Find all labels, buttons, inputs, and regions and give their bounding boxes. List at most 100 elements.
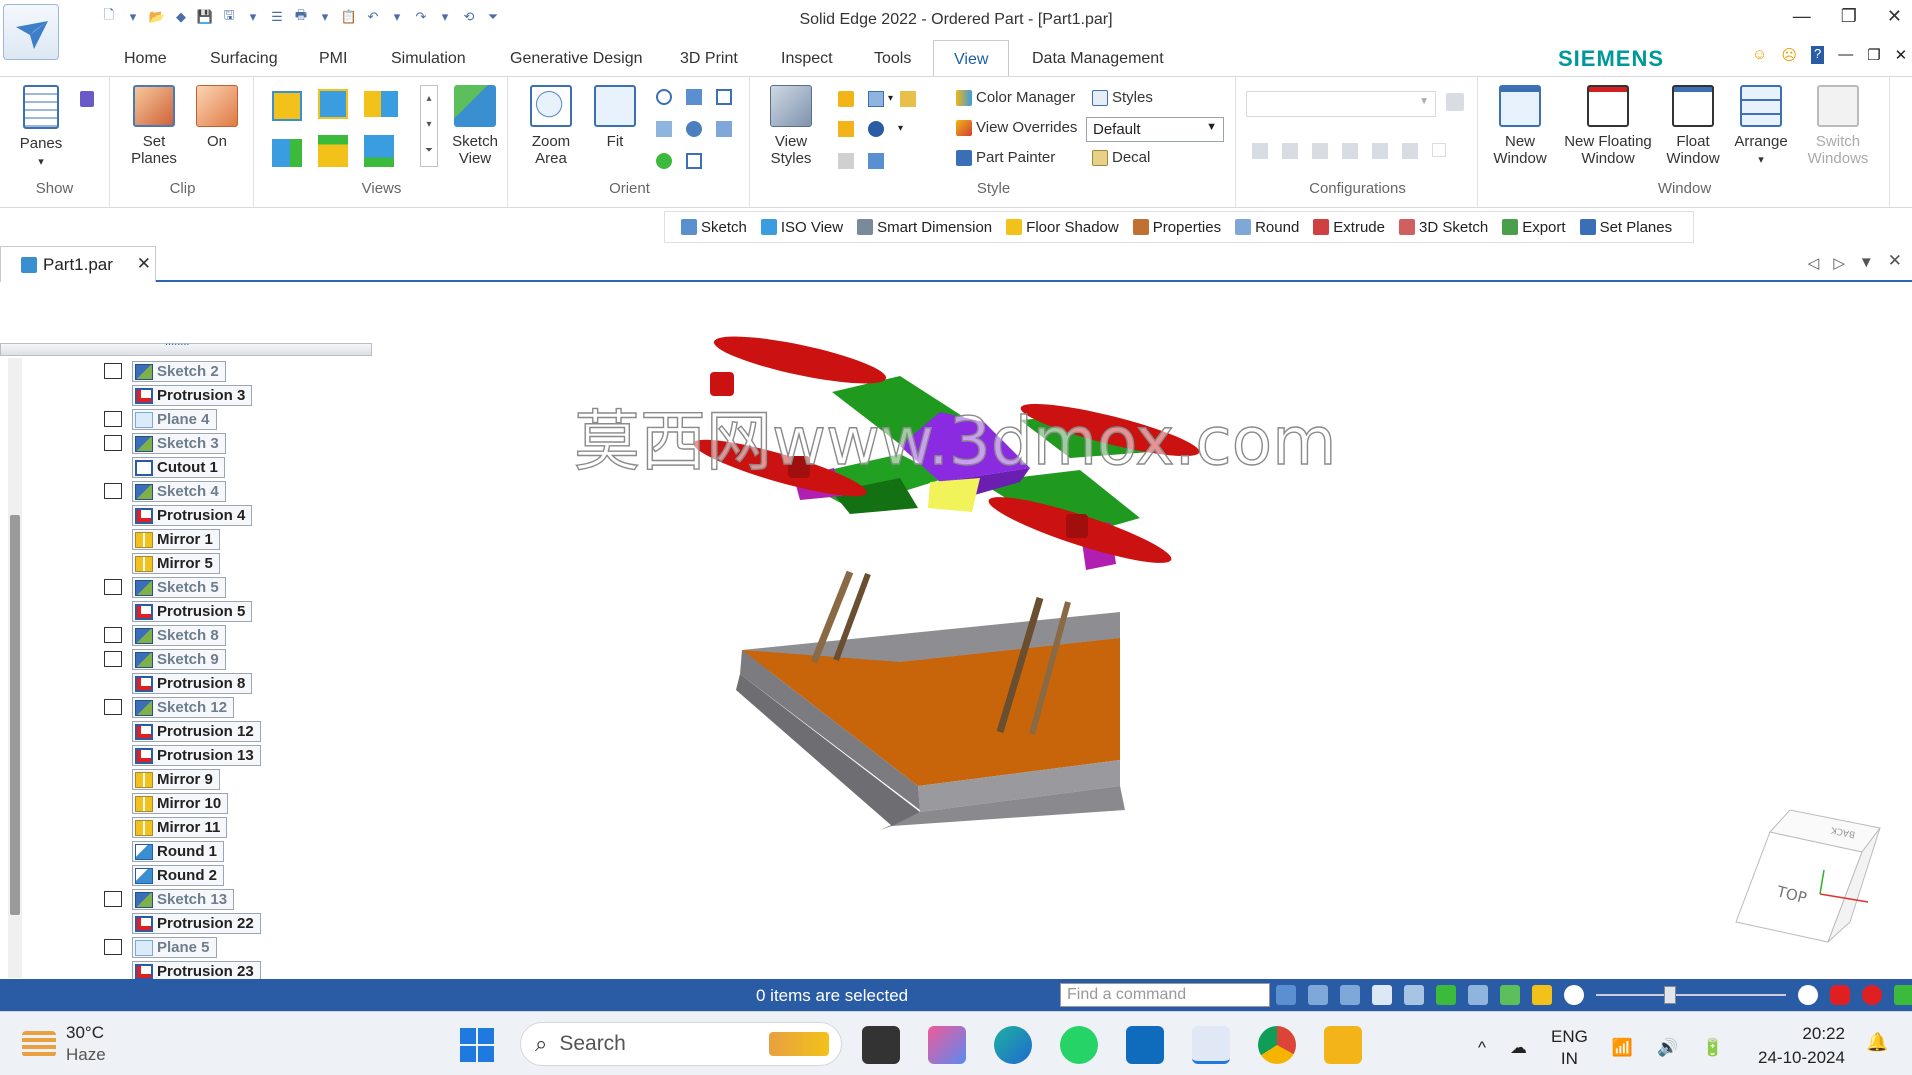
- chevron-right-icon[interactable]: ▷: [1833, 254, 1845, 272]
- tree-checkbox[interactable]: [104, 699, 122, 715]
- tree-node-protrusion[interactable]: Protrusion 22: [132, 913, 261, 934]
- tab-generative-design[interactable]: Generative Design: [510, 50, 643, 68]
- chrome-icon[interactable]: [1258, 1026, 1296, 1064]
- tree-node-protrusion[interactable]: Protrusion 4: [132, 505, 253, 526]
- close-icon[interactable]: ✕: [137, 254, 151, 274]
- view-right-icon[interactable]: [364, 91, 398, 117]
- panes-small-icon[interactable]: [80, 91, 94, 107]
- clip-on-button[interactable]: On: [192, 85, 242, 150]
- tree-node-sketch[interactable]: Sketch 12: [132, 697, 235, 718]
- tree-node-sketch[interactable]: Sketch 4: [132, 481, 226, 502]
- view-cube[interactable]: TOP BACK: [1735, 809, 1881, 943]
- silhouette-icon[interactable]: [838, 153, 854, 169]
- styles-button[interactable]: Styles: [1092, 89, 1153, 106]
- config-icon-7[interactable]: [1432, 143, 1446, 157]
- smiley-icon[interactable]: ☺: [1752, 46, 1767, 64]
- config-icon-1[interactable]: [1252, 143, 1268, 159]
- sketch-view-icon[interactable]: [1500, 985, 1520, 1005]
- zoom-area-icon[interactable]: [1308, 985, 1328, 1005]
- sketch-view-button[interactable]: Sketch View: [446, 85, 504, 167]
- close-icon[interactable]: ✕: [1888, 251, 1902, 272]
- cmd-export[interactable]: Export: [1502, 219, 1566, 236]
- new-floating-window-button[interactable]: New Floating Window: [1558, 85, 1658, 167]
- cmd-smart-dimension[interactable]: Smart Dimension: [857, 219, 992, 236]
- views-gallery-scroll[interactable]: ▴ ▾ ⏷: [420, 85, 438, 167]
- tree-node-sketch[interactable]: Sketch 2: [132, 361, 226, 382]
- new-window-button[interactable]: New Window: [1486, 85, 1554, 167]
- panes-button[interactable]: Panes ▾: [14, 85, 68, 171]
- spin-icon[interactable]: [686, 121, 702, 137]
- battery-icon[interactable]: 🔋: [1702, 1038, 1723, 1058]
- dropdown-arrow-icon[interactable]: ▾: [898, 123, 903, 134]
- tree-node-protrusion[interactable]: Protrusion 13: [132, 745, 261, 766]
- minimize-icon[interactable]: —: [1793, 6, 1811, 27]
- tab-tools[interactable]: Tools: [874, 50, 911, 68]
- view-front-icon[interactable]: [272, 91, 302, 121]
- tree-node-sketch[interactable]: Sketch 13: [132, 889, 235, 910]
- language-indicator[interactable]: ENG IN: [1551, 1026, 1588, 1070]
- file-explorer-icon[interactable]: [1324, 1026, 1362, 1064]
- view-overrides-button[interactable]: View Overrides: [956, 119, 1077, 136]
- fit-button[interactable]: Fit: [590, 85, 640, 150]
- tree-node-protrusion[interactable]: Protrusion 3: [132, 385, 253, 406]
- tree-checkbox[interactable]: [104, 435, 122, 451]
- zoom-slider[interactable]: [1596, 986, 1786, 1004]
- tree-node-cutout[interactable]: Cutout 1: [132, 457, 225, 478]
- view-iso-icon[interactable]: [364, 135, 394, 167]
- look-at-icon[interactable]: [716, 121, 732, 137]
- record-icon[interactable]: [1862, 985, 1882, 1005]
- shaded-icon[interactable]: [838, 91, 854, 107]
- tree-node-mirror[interactable]: Mirror 1: [132, 529, 220, 550]
- view-top-icon[interactable]: [318, 89, 348, 119]
- chevron-down-icon[interactable]: ▼: [1859, 254, 1874, 272]
- reflection-icon[interactable]: [868, 121, 884, 137]
- sketch-orient-icon[interactable]: [656, 153, 672, 169]
- edges-icon[interactable]: [868, 153, 884, 169]
- pathfinder-grip[interactable]: ........: [165, 336, 189, 348]
- find-command-input[interactable]: Find a command: [1060, 983, 1270, 1007]
- pathfinder-header[interactable]: ........: [0, 336, 372, 356]
- solid-edge-taskbar-icon[interactable]: [1192, 1026, 1230, 1064]
- zoom-in-icon[interactable]: [1798, 985, 1818, 1005]
- tree-node-plane[interactable]: Plane 5: [132, 937, 217, 958]
- tree-checkbox[interactable]: [104, 483, 122, 499]
- weather-widget[interactable]: 30°C Haze: [22, 1022, 106, 1066]
- tree-node-sketch[interactable]: Sketch 9: [132, 649, 226, 670]
- tree-node-protrusion[interactable]: Protrusion 12: [132, 721, 261, 742]
- view-left-icon[interactable]: [272, 139, 302, 167]
- cmd-set-planes[interactable]: Set Planes: [1579, 219, 1672, 236]
- config-icon-2[interactable]: [1282, 143, 1298, 159]
- render-icon[interactable]: [900, 91, 916, 107]
- pan-icon[interactable]: [686, 89, 702, 105]
- pan-icon[interactable]: [1404, 985, 1424, 1005]
- cmd-extrude[interactable]: Extrude: [1313, 219, 1385, 236]
- common-views-icon[interactable]: [686, 153, 702, 169]
- view-bottom-icon[interactable]: [318, 135, 348, 167]
- shadow-icon[interactable]: [838, 121, 854, 137]
- tree-node-protrusion[interactable]: Protrusion 5: [132, 601, 253, 622]
- tree-node-round[interactable]: Round 1: [132, 841, 224, 862]
- outlook-icon[interactable]: [1126, 1026, 1164, 1064]
- part-painter-button[interactable]: Part Painter: [956, 149, 1055, 166]
- volume-icon[interactable]: 🔊: [1657, 1038, 1678, 1058]
- taskbar-search[interactable]: ⌕ Search: [520, 1022, 842, 1066]
- color-manager-button[interactable]: Color Manager: [956, 89, 1075, 106]
- chevron-left-icon[interactable]: ◁: [1808, 254, 1820, 272]
- switch-windows-button[interactable]: Switch Windows: [1796, 85, 1880, 167]
- download-icon[interactable]: [1894, 985, 1912, 1005]
- zoom-icon[interactable]: [1340, 985, 1360, 1005]
- tree-node-mirror[interactable]: Mirror 5: [132, 553, 220, 574]
- graphics-viewport[interactable]: 莫西网www.3dmox.com TOP BACK: [380, 282, 1912, 979]
- dropdown-arrow-icon[interactable]: ▾: [888, 93, 893, 104]
- chevron-up-icon[interactable]: ^: [1478, 1038, 1486, 1058]
- frown-icon[interactable]: ☹: [1781, 46, 1797, 64]
- help-icon[interactable]: ?: [1810, 46, 1825, 64]
- tree-checkbox[interactable]: [104, 363, 122, 379]
- config-icon-3[interactable]: [1312, 143, 1328, 159]
- fit-icon[interactable]: [1372, 985, 1392, 1005]
- tab-home[interactable]: Home: [124, 50, 167, 68]
- cmd-3d-sketch[interactable]: 3D Sketch: [1399, 219, 1488, 236]
- model-view[interactable]: 莫西网www.3dmox.com TOP BACK: [380, 282, 1912, 979]
- ribbon-restore-icon[interactable]: ❐: [1867, 46, 1880, 64]
- tree-checkbox[interactable]: [104, 891, 122, 907]
